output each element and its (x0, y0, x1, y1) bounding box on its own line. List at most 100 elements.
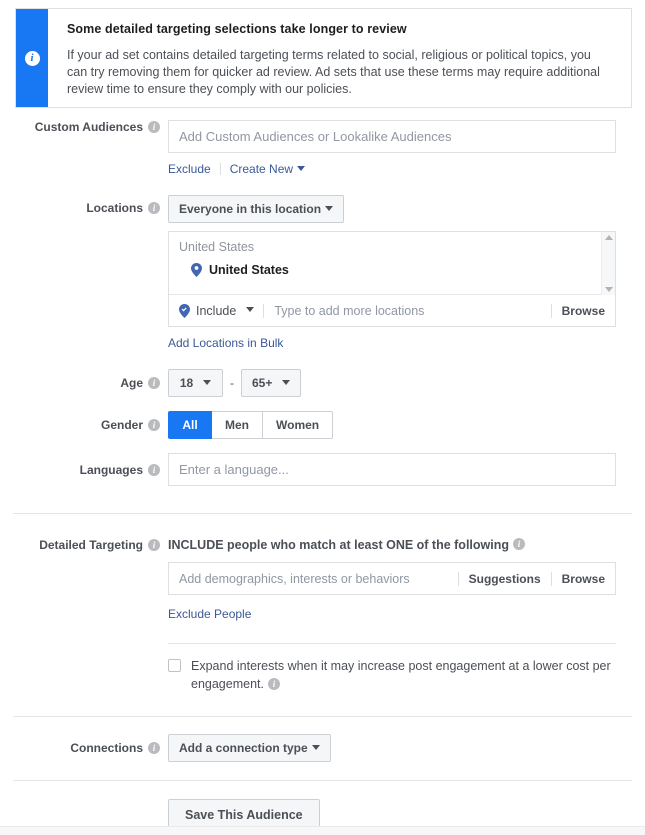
custom-audiences-input[interactable]: Add Custom Audiences or Lookalike Audien… (168, 120, 616, 153)
location-name: United States (209, 263, 289, 277)
link-separator (219, 163, 221, 175)
info-icon-detailed-targeting[interactable]: i (148, 539, 160, 551)
expand-interests-row: Expand interests when it may increase po… (168, 657, 616, 693)
row-custom-audiences: Custom Audiences i Add Custom Audiences … (0, 120, 645, 176)
include-dropdown-value: Include (196, 303, 237, 318)
chevron-down-icon (325, 205, 334, 211)
footer-strip (0, 826, 645, 835)
locations-box: United States United States Include Type… (168, 231, 616, 327)
chevron-down-icon (297, 166, 306, 172)
connections-field: Add a connection type (168, 734, 645, 762)
expand-interests-divider (168, 643, 616, 644)
scroll-up-icon[interactable] (604, 235, 613, 240)
age-range-separator: - (230, 376, 234, 390)
expand-interests-label: Expand interests when it may increase po… (191, 657, 616, 693)
info-icon-include-heading[interactable]: i (513, 538, 525, 550)
map-pin-icon (191, 263, 202, 277)
locations-group-heading: United States (179, 240, 255, 254)
age-label-text: Age (120, 376, 143, 390)
custom-audiences-links: Exclude Create New (168, 162, 645, 176)
info-icon-gender[interactable]: i (148, 419, 160, 431)
locations-label: Locations i (0, 195, 168, 215)
detailed-targeting-browse-button[interactable]: Browse (550, 571, 605, 586)
audience-form: Custom Audiences i Add Custom Audiences … (0, 120, 645, 830)
chevron-down-icon (282, 379, 291, 385)
info-icon-locations[interactable]: i (148, 202, 160, 214)
chevron-down-icon (203, 379, 212, 385)
gender-option-women[interactable]: Women (263, 411, 334, 439)
info-icon-connections[interactable]: i (148, 742, 160, 754)
banner-title: Some detailed targeting selections take … (67, 22, 407, 36)
detailed-targeting-label: Detailed Targeting i (0, 538, 168, 552)
age-field: 18 - 65+ (168, 369, 645, 397)
age-label: Age i (0, 369, 168, 397)
location-scope-dropdown[interactable]: Everyone in this location (168, 195, 345, 223)
row-age: Age i 18 - 65+ (0, 369, 645, 397)
exclude-people-link[interactable]: Exclude People (168, 607, 251, 621)
bulk-locations-wrap: Add Locations in Bulk (168, 336, 645, 350)
map-pin-check-icon (179, 303, 190, 318)
chevron-down-icon (246, 307, 255, 312)
expand-interests-label-text: Expand interests when it may increase po… (191, 659, 611, 691)
section-divider-bottom (13, 780, 632, 781)
detailed-targeting-field: INCLUDE people who match at least ONE of… (168, 538, 645, 693)
locations-label-text: Locations (86, 201, 143, 215)
age-range: 18 - 65+ (168, 369, 645, 397)
custom-audiences-label-text: Custom Audiences (34, 120, 143, 134)
gender-option-all[interactable]: All (168, 411, 212, 439)
locations-selected-list: United States United States (169, 232, 615, 295)
list-item[interactable]: United States (179, 263, 605, 277)
age-max-value: 65+ (252, 376, 273, 390)
languages-label: Languages i (0, 453, 168, 486)
custom-audiences-label: Custom Audiences i (0, 120, 168, 134)
locations-scrollbar[interactable] (601, 232, 615, 295)
locations-browse-button[interactable]: Browse (550, 303, 605, 318)
locations-input-row: Include Type to add more locations Brows… (169, 295, 615, 326)
age-max-dropdown[interactable]: 65+ (241, 369, 302, 397)
row-languages: Languages i Enter a language... (0, 453, 645, 486)
chevron-down-icon (311, 744, 320, 750)
info-icon-custom-audiences[interactable]: i (148, 121, 160, 133)
gender-field: All Men Women (168, 411, 645, 439)
age-min-dropdown[interactable]: 18 (168, 369, 223, 397)
expand-interests-checkbox[interactable] (168, 659, 181, 672)
section-divider-top (13, 513, 632, 514)
connections-label: Connections i (0, 734, 168, 762)
row-gender: Gender i All Men Women (0, 411, 645, 439)
banner-text: If your ad set contains detailed targeti… (67, 48, 600, 96)
suggestions-button[interactable]: Suggestions (457, 571, 541, 586)
row-locations: Locations i Everyone in this location Un… (0, 195, 645, 350)
custom-audiences-placeholder: Add Custom Audiences or Lookalike Audien… (179, 129, 452, 144)
connections-label-text: Connections (70, 741, 143, 755)
languages-label-text: Languages (79, 462, 143, 477)
add-connection-type-value: Add a connection type (179, 741, 308, 755)
languages-placeholder: Enter a language... (179, 462, 289, 477)
section-divider-connections (13, 716, 632, 717)
exclude-people-wrap: Exclude People (168, 607, 645, 621)
exclude-audiences-link[interactable]: Exclude (168, 162, 211, 176)
targeting-review-banner: i Some detailed targeting selections tak… (15, 8, 632, 108)
detailed-targeting-label-text: Detailed Targeting (39, 538, 143, 552)
gender-label: Gender i (0, 411, 168, 439)
locations-search-input[interactable]: Type to add more locations (263, 303, 550, 318)
banner-accent-bar: i (16, 9, 48, 107)
info-icon-languages[interactable]: i (148, 463, 160, 476)
languages-input[interactable]: Enter a language... (168, 453, 616, 486)
include-heading-text: INCLUDE people who match at least ONE of… (168, 538, 509, 552)
add-connection-type-dropdown[interactable]: Add a connection type (168, 734, 331, 762)
detailed-targeting-input[interactable]: Add demographics, interests or behaviors… (168, 562, 616, 595)
create-new-audience-link[interactable]: Create New (230, 162, 306, 176)
row-detailed-targeting: Detailed Targeting i INCLUDE people who … (0, 538, 645, 693)
gender-option-men[interactable]: Men (212, 411, 263, 439)
banner-body: Some detailed targeting selections take … (48, 9, 631, 107)
include-exclude-dropdown[interactable]: Include (179, 303, 263, 318)
gender-label-text: Gender (100, 418, 143, 432)
row-connections: Connections i Add a connection type (0, 734, 645, 762)
custom-audiences-field: Add Custom Audiences or Lookalike Audien… (168, 120, 645, 176)
locations-field: Everyone in this location United States … (168, 195, 645, 350)
info-icon-age[interactable]: i (148, 377, 160, 389)
info-icon-expand-interests[interactable]: i (267, 677, 280, 690)
detailed-targeting-placeholder: Add demographics, interests or behaviors (179, 571, 410, 586)
add-locations-in-bulk-link[interactable]: Add Locations in Bulk (168, 336, 283, 350)
scroll-down-icon[interactable] (604, 287, 613, 292)
